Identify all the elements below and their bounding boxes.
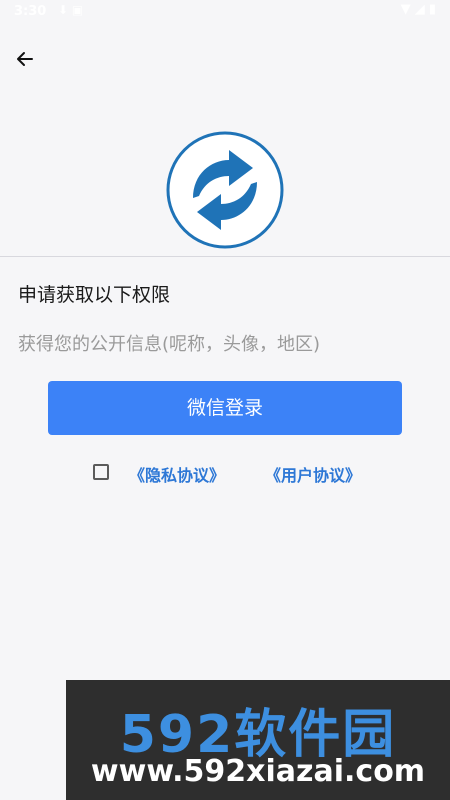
privacy-policy-link[interactable]: 《隐私协议》 [129,462,225,486]
permission-description: 获得您的公开信息(呢称，头像，地区) [18,334,321,355]
app-logo [165,130,285,250]
notification-icons: ⬇ ▣ [58,3,84,17]
arrow-left-icon [17,52,33,66]
watermark-url: www.592xiazai.com [90,754,426,789]
agreement-row: 《隐私协议》 《用户协议》 [93,462,393,486]
status-time: 3:30 [14,4,47,19]
permission-title: 申请获取以下权限 [18,284,171,306]
circular-arrows-logo-icon [166,131,284,249]
user-agreement-link[interactable]: 《用户协议》 [265,462,361,486]
agreement-checkbox[interactable] [93,464,109,480]
divider [0,256,450,257]
back-button[interactable] [10,44,40,74]
system-icons: ▼ ◢ ▮ [400,2,436,17]
watermark: 592软件园 www.592xiazai.com [66,680,450,800]
status-bar: 3:30 ⬇ ▣ ▼ ◢ ▮ [0,0,450,24]
wechat-login-button[interactable]: 微信登录 [48,381,402,435]
